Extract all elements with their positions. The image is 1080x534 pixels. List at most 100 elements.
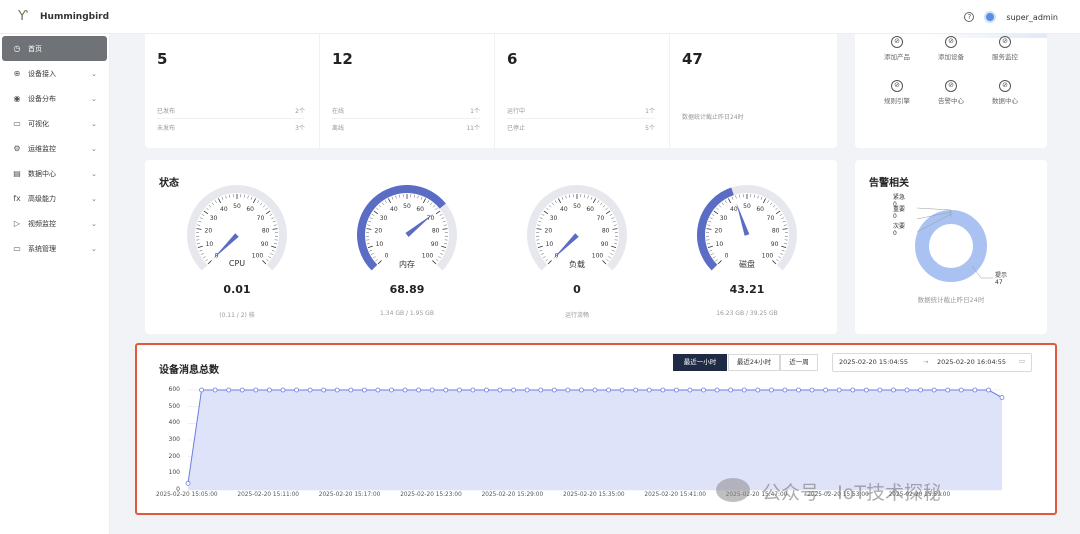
- data-point: [253, 387, 259, 393]
- sidebar-item-5[interactable]: ▤ 数据中心 ⌄: [0, 161, 109, 186]
- data-point: [660, 387, 666, 393]
- range-button-2[interactable]: 近一周: [780, 354, 818, 371]
- sidebar-item-0[interactable]: ◷ 首页: [2, 36, 107, 61]
- gauge-tick-label: 80: [772, 227, 780, 234]
- data-point: [674, 387, 679, 393]
- data-point: [809, 387, 815, 393]
- quick-action-label: 添加设备: [938, 53, 964, 61]
- alarm-note: 数据统计截止昨日24时: [917, 296, 985, 304]
- gauge-tick: [442, 220, 446, 223]
- date-range-picker[interactable]: 2025-02-20 15:04:55 → 2025-02-20 16:04:5…: [832, 353, 1032, 372]
- sidebar-item-1[interactable]: ⊕ 设备接入 ⌄: [0, 61, 109, 86]
- sidebar-item-2[interactable]: ◉ 设备分布 ⌄: [0, 86, 109, 111]
- gauge-tick: [269, 213, 273, 216]
- gauge-tick: [417, 195, 419, 199]
- y-tick-label: 600: [168, 386, 180, 393]
- chevron-down-icon[interactable]: ⌄: [91, 195, 97, 203]
- x-tick-label: 2025-02-20 15:11:00: [237, 492, 299, 498]
- gauge-label: 磁盘: [739, 260, 755, 269]
- gauge-0: 010203040 50 60708090100: [187, 185, 287, 271]
- help-icon[interactable]: ?: [964, 12, 975, 22]
- quick-action-0[interactable]: ⊘ 添加产品: [877, 36, 917, 61]
- gauge-tick-label: 50: [233, 203, 241, 210]
- gauge-tick: [708, 220, 712, 223]
- sidebar-item-label: 高级能力: [28, 194, 56, 203]
- y-tick-label: 400: [168, 419, 180, 427]
- divider: [507, 118, 655, 119]
- data-point: [280, 387, 286, 393]
- quick-action-1[interactable]: ⊘ 添加设备: [931, 36, 971, 61]
- sidebar-item-4[interactable]: ⚙ 运维监控 ⌄: [0, 136, 109, 161]
- gauge-tick: [728, 198, 732, 204]
- stat-row-value: 11个: [466, 125, 480, 132]
- range-button-0[interactable]: 最近一小时: [673, 354, 727, 371]
- data-point: [633, 387, 639, 393]
- quick-action-4[interactable]: ⊘ 告警中心: [931, 80, 971, 105]
- chevron-down-icon[interactable]: ⌄: [91, 95, 97, 103]
- data-point: [402, 387, 408, 393]
- gauge-tick-label: 70: [257, 215, 265, 222]
- alarm-level-name: 紧急: [893, 194, 906, 201]
- stat-row-label: 运行中: [507, 108, 526, 115]
- gauge-tick: [378, 204, 382, 208]
- gauge-tick: [713, 210, 719, 215]
- gauge-tick: [218, 198, 222, 204]
- stat-column: 驱动数6运行中1个已停止5个: [495, 24, 670, 148]
- quick-actions-card: ⊘ 添加产品 ⊘ 添加设备 ⊘ 服务监控 ⊘ 规则引擎 ⊘ 告警中心 ⊘ 数据中心: [855, 24, 1047, 148]
- area-fill: [188, 390, 1002, 490]
- gauge-tick: [375, 259, 378, 262]
- gauge-tick: [611, 245, 617, 249]
- chevron-down-icon[interactable]: ⌄: [91, 170, 97, 178]
- quick-action-3[interactable]: ⊘ 规则引擎: [877, 80, 917, 105]
- chevron-down-icon[interactable]: ⌄: [91, 145, 97, 153]
- gauge-tick: [611, 217, 615, 220]
- gauge-tick: [205, 259, 208, 262]
- stat-value: 6: [507, 50, 518, 68]
- gauge-tick: [207, 260, 212, 265]
- user-name[interactable]: super_admin: [1006, 13, 1058, 22]
- chevron-down-icon[interactable]: ⌄: [91, 220, 97, 228]
- gauge-tick: [772, 260, 777, 265]
- calendar-icon[interactable]: ▭: [1019, 357, 1025, 365]
- gauge-tick: [614, 243, 618, 245]
- avatar[interactable]: [984, 11, 997, 23]
- gauge-tick: [772, 204, 776, 208]
- chevron-down-icon[interactable]: ⌄: [91, 245, 97, 253]
- gauge-tick: [539, 217, 543, 220]
- database-icon: ▤: [13, 169, 21, 178]
- gauge-tick: [612, 220, 616, 223]
- chevron-down-icon[interactable]: ⌄: [91, 120, 97, 128]
- gauge-tick: [265, 210, 271, 215]
- gauge-tick: [266, 259, 269, 262]
- gauge-tick-label: 80: [262, 227, 270, 234]
- quick-action-2[interactable]: ⊘ 服务监控: [985, 36, 1025, 61]
- date-end[interactable]: 2025-02-20 16:04:55: [937, 358, 1006, 366]
- gauge-tick-label: 40: [220, 206, 228, 213]
- sidebar-item-3[interactable]: ▭ 可视化 ⌄: [0, 111, 109, 136]
- sidebar-item-8[interactable]: ▭ 系统管理 ⌄: [0, 236, 109, 261]
- gauge-tick: [435, 207, 438, 211]
- gauge-subtext: 16.23 GB / 39.25 GB: [716, 310, 778, 317]
- quick-action-label: 添加产品: [884, 53, 910, 61]
- gauge-tick: [369, 249, 373, 252]
- data-point: [592, 387, 598, 393]
- sidebar-item-6[interactable]: fx 高级能力 ⌄: [0, 186, 109, 211]
- gauge-tick: [262, 204, 266, 208]
- x-tick-label: 2025-02-20 15:35:00: [563, 492, 625, 498]
- data-point: [294, 387, 299, 393]
- gauge-tick: [565, 195, 567, 199]
- donut-ring: [915, 210, 987, 282]
- x-tick-label: 2025-02-20 15:05:00: [156, 492, 218, 498]
- quick-action-label: 数据中心: [992, 97, 1018, 105]
- sidebar-item-label: 运维监控: [28, 144, 56, 153]
- data-point: [443, 387, 449, 393]
- quick-action-5[interactable]: ⊘ 数据中心: [985, 80, 1025, 105]
- sidebar-item-7[interactable]: ▷ 视频监控 ⌄: [0, 211, 109, 236]
- chevron-down-icon[interactable]: ⌄: [91, 70, 97, 78]
- date-start[interactable]: 2025-02-20 15:04:55: [839, 358, 908, 366]
- globe-icon: ⊕: [13, 69, 21, 78]
- gauge-tick: [706, 243, 710, 245]
- range-button-1[interactable]: 最近24小时: [728, 354, 780, 371]
- data-point: [348, 387, 354, 393]
- divider: [332, 118, 480, 119]
